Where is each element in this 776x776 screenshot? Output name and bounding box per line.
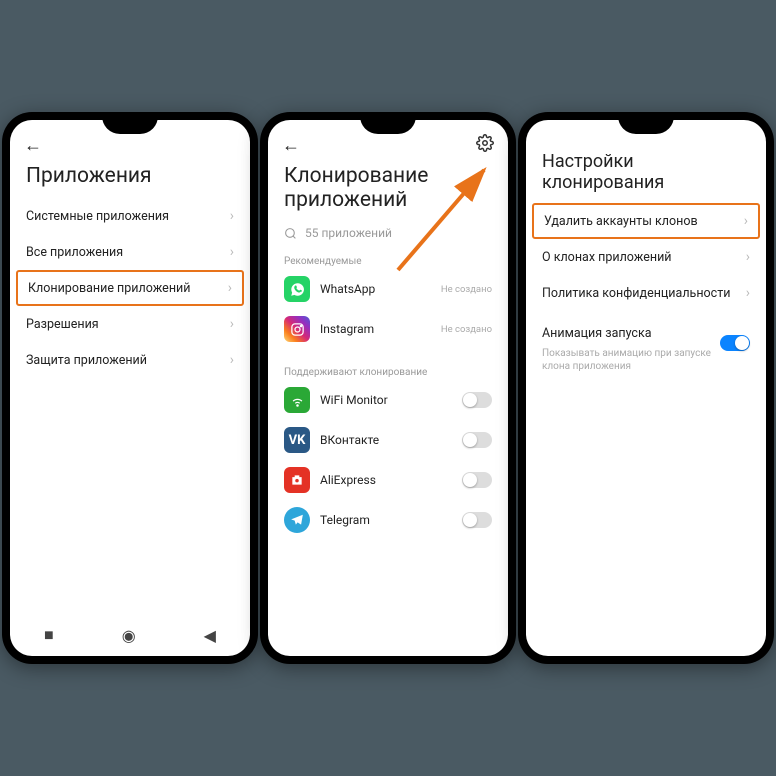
page-title: Клонирование приложений (268, 160, 508, 222)
item-delete-clone-accounts[interactable]: Удалить аккаунты клонов › (532, 203, 760, 239)
phone-frame-2: ← Клонирование приложений 55 приложений … (260, 112, 516, 664)
item-label: Все приложения (26, 245, 123, 260)
item-about-clones[interactable]: О клонах приложений › (526, 239, 766, 275)
gear-icon[interactable] (476, 134, 494, 156)
page-title: Настройки клонирования (526, 148, 766, 203)
app-name: Instagram (320, 322, 431, 336)
chevron-right-icon: › (746, 285, 750, 301)
app-status: Не создано (441, 324, 492, 335)
phone-frame-3: Настройки клонирования Удалить аккаунты … (518, 112, 774, 664)
telegram-icon (284, 507, 310, 533)
nav-home-icon[interactable]: ◉ (122, 626, 136, 645)
chevron-right-icon: › (230, 352, 234, 368)
search-placeholder: 55 приложений (305, 226, 392, 240)
nav-recent-icon[interactable]: ■ (44, 625, 54, 645)
app-status: Не создано (441, 284, 492, 295)
item-label: Системные приложения (26, 209, 169, 224)
search-icon (284, 227, 297, 240)
app-row-wifi-monitor[interactable]: WiFi Monitor (268, 380, 508, 420)
item-label: Политика конфиденциальности (542, 286, 730, 301)
notch (360, 114, 416, 134)
section-supported: Поддерживают клонирование (268, 359, 508, 380)
item-privacy-policy[interactable]: Политика конфиденциальности › (526, 275, 766, 311)
back-button[interactable]: ← (282, 135, 300, 156)
chevron-right-icon: › (744, 213, 748, 229)
app-row-aliexpress[interactable]: AliExpress (268, 460, 508, 500)
app-row-instagram[interactable]: Instagram Не создано (268, 309, 508, 349)
search-input[interactable]: 55 приложений (268, 222, 508, 248)
item-label: Защита приложений (26, 353, 147, 368)
app-name: AliExpress (320, 473, 452, 487)
clone-toggle[interactable] (462, 472, 492, 488)
chevron-right-icon: › (230, 208, 234, 224)
app-name: Telegram (320, 513, 452, 527)
android-navbar: ■ ◉ ◀ (10, 620, 250, 650)
app-row-vkontakte[interactable]: VK ВКонтакте (268, 420, 508, 460)
clone-toggle[interactable] (462, 512, 492, 528)
clone-toggle[interactable] (462, 392, 492, 408)
wifi-icon (284, 387, 310, 413)
item-label: Анимация запуска (542, 326, 652, 341)
item-label: Разрешения (26, 317, 99, 332)
vk-icon: VK (284, 427, 310, 453)
app-row-whatsapp[interactable]: WhatsApp Не создано (268, 269, 508, 309)
chevron-right-icon: › (746, 249, 750, 265)
fade-overlay (268, 594, 508, 634)
item-permissions[interactable]: Разрешения › (10, 306, 250, 342)
clone-toggle[interactable] (462, 432, 492, 448)
notch (618, 114, 674, 134)
app-name: ВКонтакте (320, 433, 452, 447)
item-launch-animation-desc: Показывать анимацию при запуске клона пр… (526, 347, 766, 373)
item-app-protection[interactable]: Защита приложений › (10, 342, 250, 378)
item-label: О клонах приложений (542, 250, 672, 265)
page-title: Приложения (10, 160, 250, 198)
item-clone-apps[interactable]: Клонирование приложений › (16, 270, 244, 306)
app-name: WiFi Monitor (320, 393, 452, 407)
whatsapp-icon (284, 276, 310, 302)
item-system-apps[interactable]: Системные приложения › (10, 198, 250, 234)
animation-toggle[interactable] (720, 335, 750, 351)
item-label: Клонирование приложений (28, 281, 190, 296)
app-row-telegram[interactable]: Telegram (268, 500, 508, 540)
item-all-apps[interactable]: Все приложения › (10, 234, 250, 270)
aliexpress-icon (284, 467, 310, 493)
section-recommended: Рекомендуемые (268, 248, 508, 269)
chevron-right-icon: › (230, 244, 234, 260)
notch (102, 114, 158, 134)
chevron-right-icon: › (230, 316, 234, 332)
chevron-right-icon: › (228, 280, 232, 296)
app-name: WhatsApp (320, 282, 431, 296)
back-button[interactable]: ← (24, 135, 42, 156)
phone-frame-1: ← Приложения Системные приложения › Все … (2, 112, 258, 664)
instagram-icon (284, 316, 310, 342)
nav-back-icon[interactable]: ◀ (204, 626, 216, 645)
item-label: Удалить аккаунты клонов (544, 214, 698, 229)
